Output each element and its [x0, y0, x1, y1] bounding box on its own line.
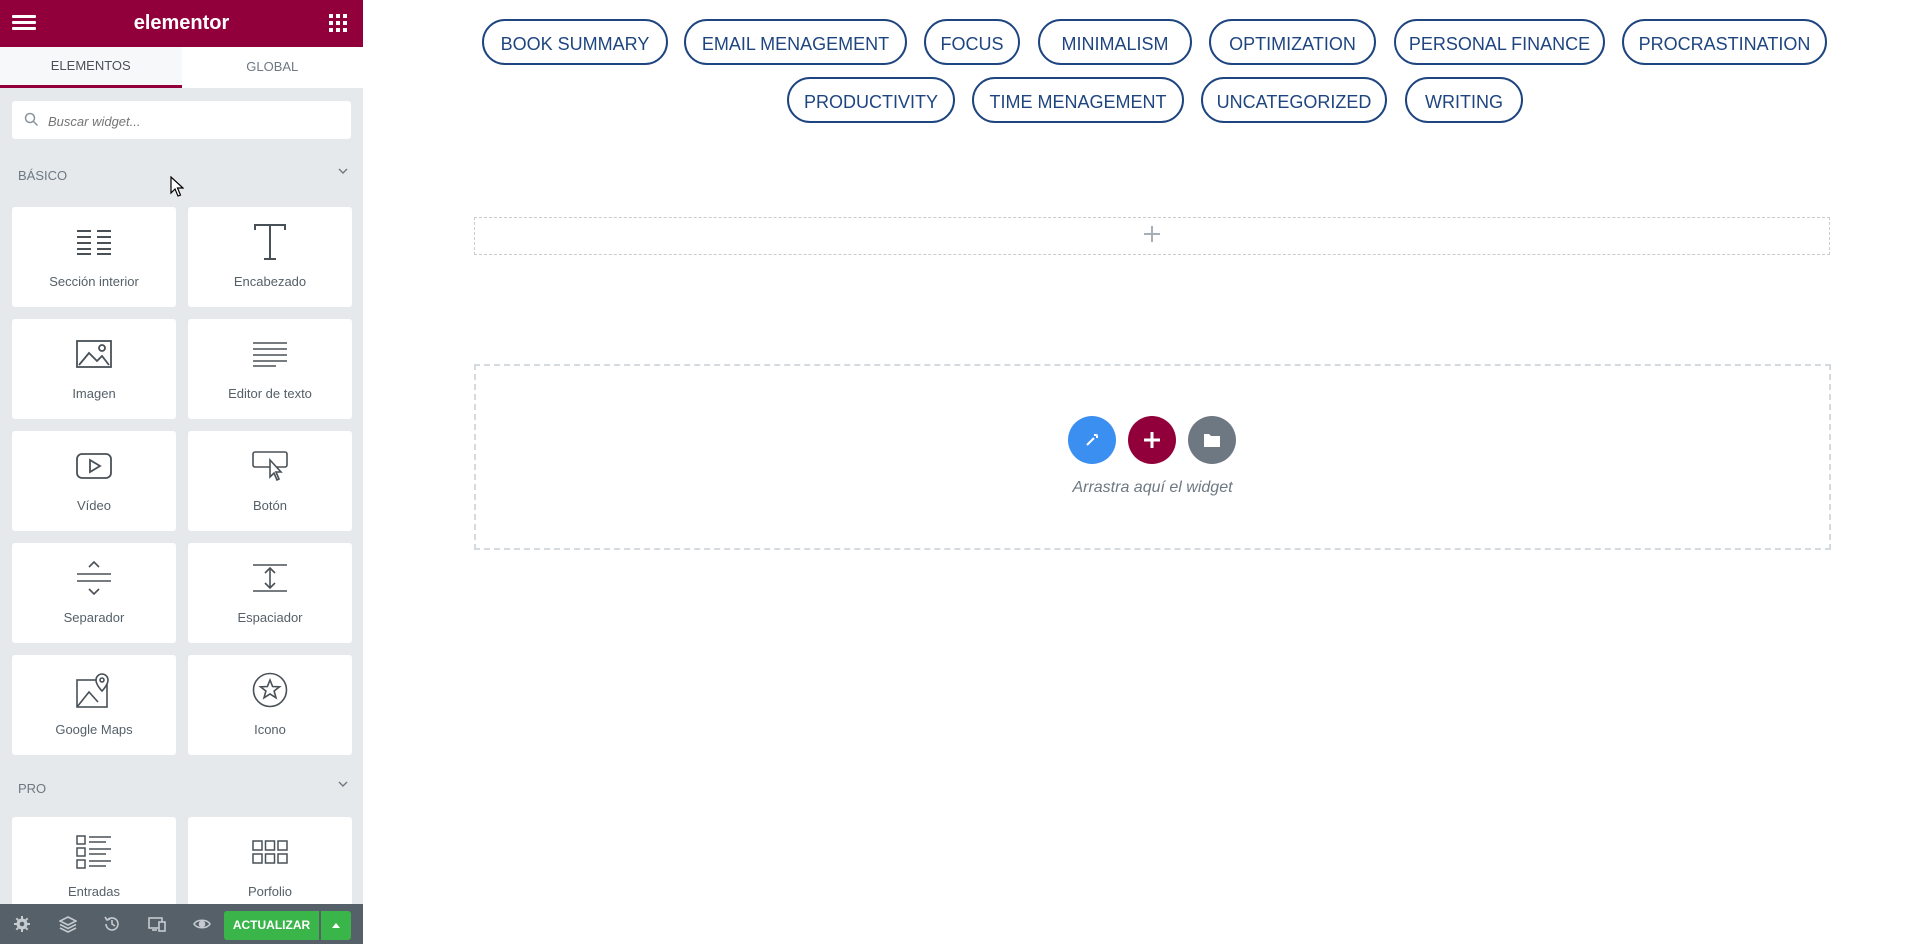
update-button[interactable]: ACTUALIZAR	[224, 911, 319, 940]
widgets-grid-icon[interactable]	[329, 14, 347, 32]
widget-label: Icono	[254, 722, 286, 737]
button-icon	[252, 451, 288, 481]
chevron-down-icon	[338, 168, 348, 174]
page-preview-canvas: BOOK SUMMARY EMAIL MENAGEMENT FOCUS MINI…	[363, 0, 1920, 944]
star-icon	[252, 672, 288, 708]
mouse-cursor-icon	[170, 176, 184, 197]
spacer-icon	[253, 564, 287, 592]
folder-icon	[1204, 434, 1220, 447]
widget-portfolio[interactable]: Porfolio	[188, 817, 352, 917]
posts-icon	[76, 835, 111, 869]
elementor-logo: elementor	[133, 12, 230, 34]
widget-label: Separador	[63, 610, 125, 625]
panel-header: elementor	[0, 0, 363, 47]
widget-heading[interactable]: Encabezado	[188, 207, 352, 307]
tab-global[interactable]: GLOBAL	[182, 47, 364, 88]
tag-button[interactable]: TIME MENAGEMENT	[972, 77, 1184, 123]
tag-button[interactable]: PERSONAL FINANCE	[1394, 19, 1605, 65]
widget-text-editor[interactable]: Editor de texto	[188, 319, 352, 419]
add-new-section-button[interactable]	[1128, 416, 1176, 464]
video-icon	[76, 453, 112, 479]
inner-section-icon	[77, 230, 111, 255]
category-title: BÁSICO	[18, 168, 68, 183]
tag-button[interactable]: FOCUS	[924, 19, 1020, 65]
empty-section-dropzone: Arrastra aquí el widget	[474, 364, 1831, 550]
widget-label: Sección interior	[49, 274, 139, 289]
editor-panel: elementor ELEMENTOS GLOBAL BÁSICO Secció…	[0, 0, 363, 944]
widget-label: Imagen	[72, 386, 116, 401]
eye-icon[interactable]	[193, 915, 211, 933]
widget-label: Porfolio	[247, 884, 293, 899]
ai-magic-button[interactable]	[1068, 416, 1116, 464]
widget-google-maps[interactable]: Google Maps	[12, 655, 176, 755]
gear-icon[interactable]	[13, 915, 31, 933]
widget-image[interactable]: Imagen	[12, 319, 176, 419]
panel-tabs: ELEMENTOS GLOBAL	[0, 47, 363, 88]
google-maps-icon	[76, 673, 109, 708]
widget-search-box	[12, 101, 351, 141]
widget-label: Botón	[253, 498, 287, 513]
tag-button[interactable]: PROCRASTINATION	[1622, 19, 1827, 65]
chevron-down-icon	[338, 781, 348, 787]
tag-button[interactable]: EMAIL MENAGEMENT	[684, 19, 907, 65]
widget-label: Editor de texto	[228, 386, 312, 401]
widget-icon[interactable]: Icono	[188, 655, 352, 755]
tag-button[interactable]: BOOK SUMMARY	[482, 19, 668, 65]
add-template-button[interactable]	[1188, 416, 1236, 464]
tag-button[interactable]: WRITING	[1405, 77, 1523, 123]
category-pro[interactable]: PRO	[18, 781, 348, 796]
update-options-caret-icon[interactable]	[321, 911, 351, 940]
plus-icon	[1144, 226, 1160, 242]
tab-elementos[interactable]: ELEMENTOS	[0, 47, 182, 88]
image-icon	[76, 340, 112, 368]
heading-icon	[254, 224, 286, 260]
plus-icon	[1144, 432, 1160, 448]
widget-video[interactable]: Vídeo	[12, 431, 176, 531]
magic-wand-icon	[1086, 433, 1099, 446]
widget-label: Google Maps	[55, 722, 133, 737]
layers-icon[interactable]	[59, 915, 77, 933]
tag-button[interactable]: MINIMALISM	[1038, 19, 1192, 65]
widget-search-input[interactable]	[46, 101, 340, 141]
portfolio-icon	[252, 840, 288, 864]
dropzone-hint: Arrastra aquí el widget	[1072, 479, 1233, 496]
text-editor-icon	[253, 342, 287, 367]
category-title: PRO	[18, 781, 47, 796]
widget-label: Vídeo	[77, 498, 111, 513]
widget-label: Espaciador	[237, 610, 303, 625]
panel-footer: ACTUALIZAR	[0, 904, 363, 944]
widget-button[interactable]: Botón	[188, 431, 352, 531]
search-icon	[24, 112, 39, 127]
widget-label: Encabezado	[233, 274, 307, 289]
tag-button[interactable]: OPTIMIZATION	[1209, 19, 1376, 65]
divider-icon	[77, 561, 111, 595]
widget-label: Entradas	[67, 884, 121, 899]
widget-divider[interactable]: Separador	[12, 543, 176, 643]
responsive-icon[interactable]	[148, 915, 166, 933]
widget-spacer[interactable]: Espaciador	[188, 543, 352, 643]
history-icon[interactable]	[103, 915, 121, 933]
widget-inner-section[interactable]: Sección interior	[12, 207, 176, 307]
widget-posts[interactable]: Entradas	[12, 817, 176, 917]
tag-button[interactable]: UNCATEGORIZED	[1201, 77, 1387, 123]
add-section-inline[interactable]	[474, 217, 1830, 255]
tag-button[interactable]: PRODUCTIVITY	[787, 77, 955, 123]
